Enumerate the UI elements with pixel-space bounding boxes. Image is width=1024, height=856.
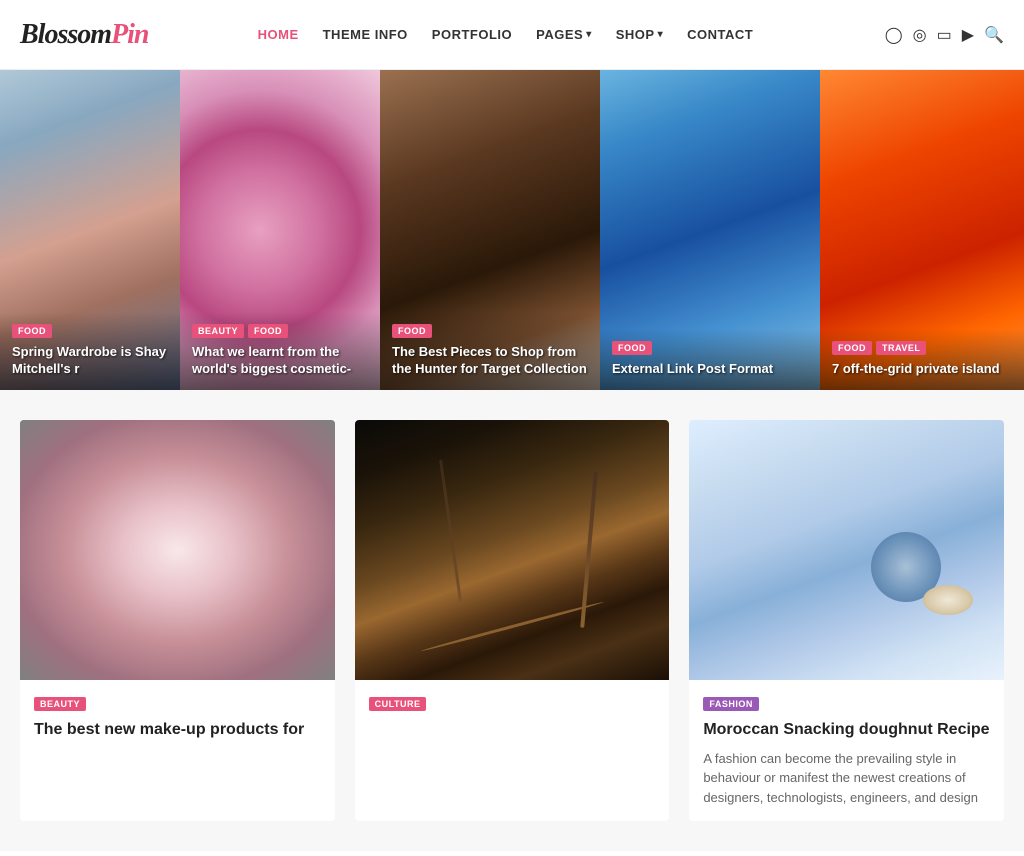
post-1-title: The best new make-up products for bbox=[34, 720, 321, 741]
hero-card-4-overlay: FOOD External Link Post Format bbox=[600, 329, 820, 390]
header-social-icons:  ◯ ◎ ▭ ▶ 🔍 bbox=[862, 25, 1004, 45]
post-1-tag[interactable]: BEAUTY bbox=[34, 694, 321, 712]
main-nav: HOME THEME INFO PORTFOLIO PAGES SHOP CON… bbox=[258, 27, 754, 42]
hero-card-4[interactable]: FOOD External Link Post Format bbox=[600, 70, 820, 390]
hero-card-2-tags: BEAUTY FOOD bbox=[192, 324, 368, 338]
nav-shop[interactable]: SHOP bbox=[616, 27, 663, 42]
tag-food[interactable]: FOOD bbox=[12, 324, 52, 338]
hero-card-4-tags: FOOD bbox=[612, 341, 808, 355]
logo-blossom: Blossom bbox=[20, 19, 111, 50]
hero-card-2-title: What we learnt from the world's biggest … bbox=[192, 344, 368, 378]
facebook-icon[interactable]:  bbox=[862, 26, 874, 44]
linkedin-icon[interactable]: ▭ bbox=[937, 25, 952, 45]
hero-card-3-title: The Best Pieces to Shop from the Hunter … bbox=[392, 344, 588, 378]
search-icon[interactable]: 🔍 bbox=[984, 25, 1004, 45]
nav-portfolio[interactable]: PORTFOLIO bbox=[432, 27, 512, 42]
nav-home[interactable]: HOME bbox=[258, 27, 299, 42]
hero-card-4-title: External Link Post Format bbox=[612, 361, 808, 378]
post-1-content: BEAUTY The best new make-up products for bbox=[20, 680, 335, 763]
hero-card-5-tags: FOOD TRAVEL bbox=[832, 341, 1012, 355]
post-3-excerpt: A fashion can become the prevailing styl… bbox=[703, 749, 990, 808]
nav-contact[interactable]: CONTACT bbox=[687, 27, 753, 42]
logo-pin: Pin bbox=[111, 19, 148, 50]
hero-card-1-tags: FOOD bbox=[12, 324, 168, 338]
tag-food[interactable]: FOOD bbox=[612, 341, 652, 355]
hero-card-1-overlay: FOOD Spring Wardrobe is Shay Mitchell's … bbox=[0, 312, 180, 390]
hero-slider: FOOD Spring Wardrobe is Shay Mitchell's … bbox=[0, 70, 1024, 390]
tag-beauty[interactable]: BEAUTY bbox=[192, 324, 244, 338]
tag-food[interactable]: FOOD bbox=[832, 341, 872, 355]
tag-travel[interactable]: TRAVEL bbox=[876, 341, 926, 355]
hero-card-2[interactable]: BEAUTY FOOD What we learnt from the worl… bbox=[180, 70, 380, 390]
instagram-icon[interactable]: ◯ bbox=[885, 25, 903, 45]
hero-card-1[interactable]: FOOD Spring Wardrobe is Shay Mitchell's … bbox=[0, 70, 180, 390]
hero-card-1-title: Spring Wardrobe is Shay Mitchell's r bbox=[12, 344, 168, 378]
hero-card-5-overlay: FOOD TRAVEL 7 off-the-grid private islan… bbox=[820, 329, 1024, 390]
post-card-1[interactable]: BEAUTY The best new make-up products for bbox=[20, 420, 335, 821]
hero-card-3-overlay: FOOD The Best Pieces to Shop from the Hu… bbox=[380, 312, 600, 390]
post-2-tag[interactable]: CULTURE bbox=[369, 694, 656, 712]
tag-food[interactable]: FOOD bbox=[248, 324, 288, 338]
hero-card-5-title: 7 off-the-grid private island bbox=[832, 361, 1012, 378]
hero-card-3[interactable]: FOOD The Best Pieces to Shop from the Hu… bbox=[380, 70, 600, 390]
post-3-title: Moroccan Snacking doughnut Recipe bbox=[703, 720, 990, 741]
site-logo[interactable]: BlossomPin bbox=[20, 19, 149, 51]
header: BlossomPin HOME THEME INFO PORTFOLIO PAG… bbox=[0, 0, 1024, 70]
post-3-tag[interactable]: FASHION bbox=[703, 694, 990, 712]
youtube-icon[interactable]: ▶ bbox=[962, 25, 974, 45]
nav-theme-info[interactable]: THEME INFO bbox=[323, 27, 408, 42]
hero-card-3-tags: FOOD bbox=[392, 324, 588, 338]
post-3-content: FASHION Moroccan Snacking doughnut Recip… bbox=[689, 680, 1004, 821]
post-card-3[interactable]: FASHION Moroccan Snacking doughnut Recip… bbox=[689, 420, 1004, 821]
pinterest-icon[interactable]: ◎ bbox=[913, 25, 927, 45]
posts-section: BEAUTY The best new make-up products for… bbox=[0, 390, 1024, 851]
post-2-content: CULTURE bbox=[355, 680, 670, 734]
hero-card-2-overlay: BEAUTY FOOD What we learnt from the worl… bbox=[180, 312, 380, 390]
tag-food[interactable]: FOOD bbox=[392, 324, 432, 338]
hero-card-5[interactable]: FOOD TRAVEL 7 off-the-grid private islan… bbox=[820, 70, 1024, 390]
posts-grid: BEAUTY The best new make-up products for… bbox=[20, 420, 1004, 821]
post-card-2[interactable]: CULTURE bbox=[355, 420, 670, 821]
nav-pages[interactable]: PAGES bbox=[536, 27, 592, 42]
